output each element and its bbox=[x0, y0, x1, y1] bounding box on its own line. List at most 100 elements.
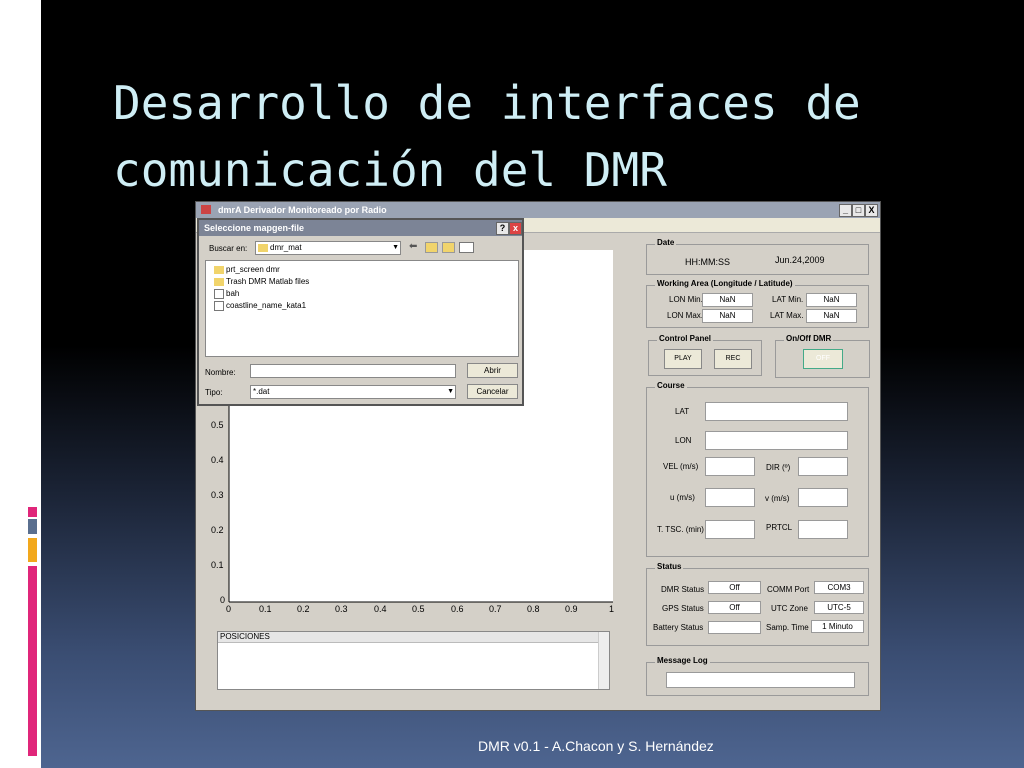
folder-icon bbox=[214, 277, 224, 286]
date-legend: Date bbox=[655, 238, 677, 247]
nombre-label: Nombre: bbox=[205, 368, 236, 377]
x-tick: 0.3 bbox=[335, 604, 348, 614]
list-item[interactable]: prt_screen dmr bbox=[214, 264, 280, 276]
help-button[interactable]: ? bbox=[496, 222, 509, 235]
y-tick: 0.1 bbox=[211, 560, 224, 570]
dialog-title-bar: Seleccione mapgen-file ? x bbox=[199, 220, 522, 236]
lon-min-label: LON Min. bbox=[669, 295, 703, 304]
file-icon bbox=[214, 288, 224, 299]
positions-scrollbar[interactable] bbox=[598, 632, 609, 689]
lat-max-field[interactable]: NaN bbox=[806, 309, 857, 323]
v-field[interactable] bbox=[798, 488, 848, 507]
dmr-status-field: Off bbox=[708, 581, 761, 594]
positions-list[interactable]: POSICIONES bbox=[217, 631, 610, 690]
comm-port-field[interactable]: COM3 bbox=[814, 581, 864, 594]
course-lat-label: LAT bbox=[675, 407, 690, 416]
lon-min-field[interactable]: NaN bbox=[702, 293, 753, 307]
dialog-title: Seleccione mapgen-file bbox=[204, 223, 305, 233]
onoff-button[interactable]: OFF bbox=[803, 349, 843, 369]
list-item[interactable]: bah bbox=[214, 288, 239, 300]
status-panel: Status DMR Status Off GPS Status Off Bat… bbox=[646, 562, 869, 646]
course-panel: Course LAT LON VEL (m/s) DIR (º) u (m/s)… bbox=[646, 381, 869, 557]
prtcl-label: PRTCL bbox=[766, 523, 793, 532]
dmr-status-label: DMR Status bbox=[661, 585, 705, 594]
lon-max-field[interactable]: NaN bbox=[702, 309, 753, 323]
utc-zone-field[interactable]: UTC-5 bbox=[814, 601, 864, 614]
accent-bar-pink bbox=[28, 566, 37, 756]
y-tick: 0.2 bbox=[211, 525, 224, 535]
control-panel: Control Panel PLAY REC bbox=[648, 334, 762, 376]
y-tick: 0.5 bbox=[211, 420, 224, 430]
battery-label: Battery Status bbox=[653, 623, 704, 632]
time-display: HH:MM:SS bbox=[685, 257, 730, 267]
file-dialog: Seleccione mapgen-file ? x Buscar en: dm… bbox=[197, 218, 524, 406]
message-log-field bbox=[666, 672, 855, 688]
y-tick: 0 bbox=[220, 595, 226, 605]
vel-field[interactable] bbox=[705, 457, 755, 476]
status-legend: Status bbox=[655, 562, 684, 571]
x-tick: 0.6 bbox=[451, 604, 464, 614]
x-tick: 0.5 bbox=[412, 604, 425, 614]
y-tick: 0.4 bbox=[211, 455, 224, 465]
back-icon[interactable]: ⬅ bbox=[409, 241, 417, 252]
dir-field[interactable] bbox=[798, 457, 848, 476]
battery-field bbox=[708, 621, 761, 634]
positions-list-header: POSICIONES bbox=[218, 632, 609, 643]
vel-label: VEL (m/s) bbox=[663, 462, 699, 471]
u-label: u (m/s) bbox=[670, 493, 695, 502]
folder-name: dmr_mat bbox=[270, 243, 302, 252]
control-panel-legend: Control Panel bbox=[657, 334, 714, 343]
gps-status-field: Off bbox=[708, 601, 761, 614]
working-area-panel: Working Area (Longitude / Latitude) LON … bbox=[646, 279, 869, 328]
chevron-down-icon: ▼ bbox=[447, 388, 454, 395]
list-item[interactable]: Trash DMR Matlab files bbox=[214, 276, 309, 288]
x-tick: 0.1 bbox=[259, 604, 272, 614]
y-tick: 0.3 bbox=[211, 490, 224, 500]
working-area-legend: Working Area (Longitude / Latitude) bbox=[655, 279, 795, 288]
slide-title: Desarrollo de interfaces de comunicación… bbox=[113, 76, 861, 197]
onoff-panel: On/Off DMR OFF bbox=[775, 334, 870, 378]
lat-min-field[interactable]: NaN bbox=[806, 293, 857, 307]
tipo-dropdown[interactable]: *.dat ▼ bbox=[250, 385, 456, 399]
cancel-button[interactable]: Cancelar bbox=[467, 384, 518, 399]
date-display: Jun.24,2009 bbox=[775, 255, 825, 265]
course-lon-field[interactable] bbox=[705, 431, 848, 450]
file-icon bbox=[214, 300, 224, 311]
ttsc-field[interactable] bbox=[705, 520, 755, 539]
open-button[interactable]: Abrir bbox=[467, 363, 518, 378]
up-folder-icon[interactable] bbox=[425, 242, 438, 253]
u-field[interactable] bbox=[705, 488, 755, 507]
nombre-input[interactable] bbox=[250, 364, 456, 378]
course-lat-field[interactable] bbox=[705, 402, 848, 421]
x-tick: 1 bbox=[609, 604, 615, 614]
course-lon-label: LON bbox=[675, 436, 692, 445]
samp-time-field[interactable]: 1 Minuto bbox=[811, 620, 864, 633]
accent-bar-pink-top bbox=[28, 507, 37, 517]
x-tick: 0 bbox=[226, 604, 232, 614]
dir-label: DIR (º) bbox=[766, 463, 791, 472]
x-tick: 0.4 bbox=[374, 604, 387, 614]
folder-dropdown[interactable]: dmr_mat ▼ bbox=[255, 241, 401, 255]
folder-icon bbox=[214, 265, 224, 274]
samp-time-label: Samp. Time bbox=[766, 623, 809, 632]
x-tick: 0.7 bbox=[489, 604, 502, 614]
list-item[interactable]: coastline_name_kata1 bbox=[214, 300, 306, 312]
play-button[interactable]: PLAY bbox=[664, 349, 702, 369]
tipo-value: *.dat bbox=[253, 387, 270, 396]
x-tick: 0.2 bbox=[297, 604, 310, 614]
rec-button[interactable]: REC bbox=[714, 349, 752, 369]
prtcl-field[interactable] bbox=[798, 520, 848, 539]
accent-bar-slate bbox=[28, 519, 37, 534]
v-label: v (m/s) bbox=[765, 494, 790, 503]
dialog-close-button[interactable]: x bbox=[509, 222, 522, 235]
course-legend: Course bbox=[655, 381, 687, 390]
lat-min-label: LAT Min. bbox=[772, 295, 804, 304]
new-folder-icon[interactable] bbox=[442, 242, 455, 253]
view-menu-icon[interactable] bbox=[459, 242, 474, 253]
buscar-label: Buscar en: bbox=[209, 244, 248, 253]
chevron-down-icon: ▼ bbox=[392, 244, 399, 251]
file-list[interactable]: prt_screen dmr Trash DMR Matlab files ba… bbox=[205, 260, 519, 357]
ttsc-label: T. TSC. (min) bbox=[657, 525, 704, 534]
utc-zone-label: UTC Zone bbox=[771, 604, 808, 613]
tipo-label: Tipo: bbox=[205, 388, 223, 397]
